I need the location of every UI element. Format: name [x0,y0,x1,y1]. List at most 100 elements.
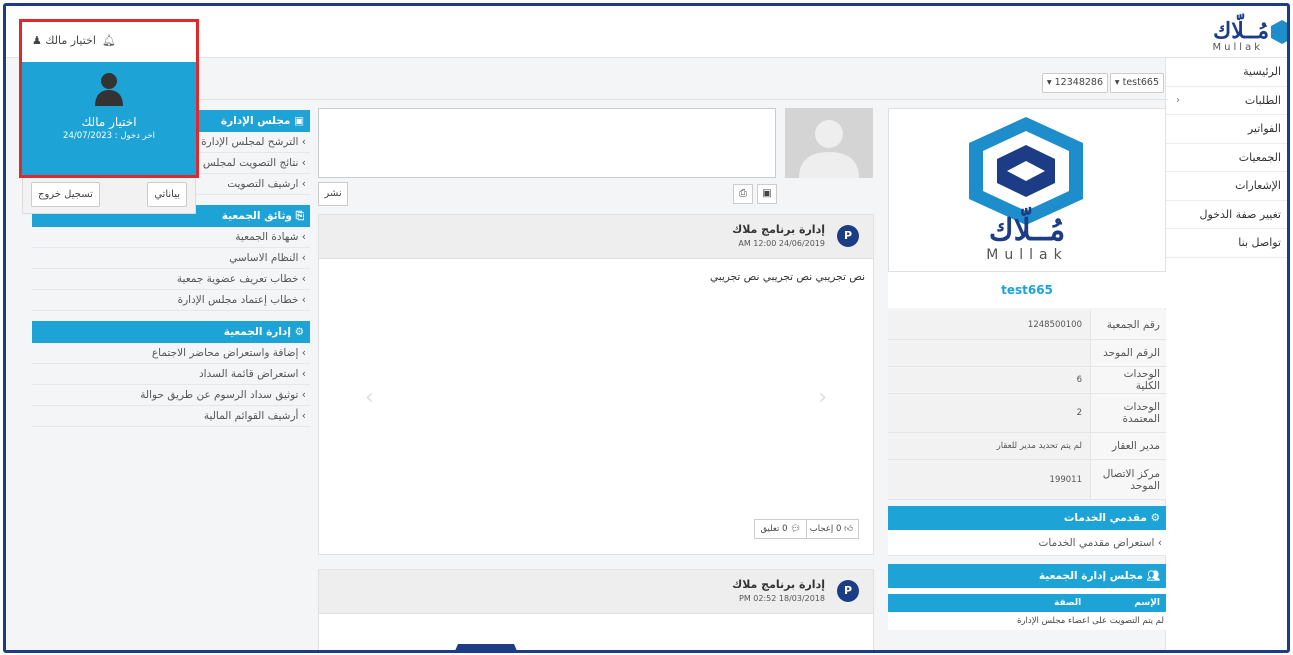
post-composer-input[interactable] [318,108,776,178]
info-row: الرقم الموحد [888,340,1166,367]
sidebar-item-requests[interactable]: الطلبات ‹ [1166,87,1287,115]
list-item[interactable]: › توثيق سداد الرسوم عن طريق حوالة [32,385,310,406]
list-item-label: استعراض قائمة السداد [198,368,299,380]
last-login: اخر دخول : 24/07/2023 [63,131,155,141]
attach-file-icon[interactable]: ⎙ [733,184,753,204]
board-members-section-title: مجلس إدارة الجمعية [1038,570,1143,582]
logo[interactable]: مُــلّاك Mullak [1197,14,1287,54]
chevron-left-icon: ‹ [1176,94,1180,106]
members-empty-text: لم يتم التصويت على اعضاء مجلس الإدارة [888,612,1166,630]
comment-button[interactable]: 💬︎ 0 تعليق [754,519,807,539]
info-label: مدير العقار [1090,433,1166,459]
list-item-label: الترشح لمجلس الإدارة [201,136,299,148]
list-item[interactable]: › إضافة واستعراض محاضر الاجتماع [32,343,310,364]
post-image [451,644,521,650]
unit-select[interactable]: ▾ 12348286 [1041,73,1108,93]
info-value: 1248500100 [1027,319,1082,330]
mgmt-section-title: إدارة الجمعية [223,326,291,338]
user-menu-trigger[interactable]: ♟ اختيار مالك [32,34,96,47]
sidebar-item-label: الطلبات [1244,93,1281,107]
list-item[interactable]: › شهادة الجمعية [32,227,310,248]
info-label: الرقم الموحد [1090,340,1166,366]
sidebar-item-label: تواصل بنا [1238,236,1281,249]
list-item-label: خطاب تعريف عضوية جمعية [176,273,299,285]
sidebar-item-contact[interactable]: تواصل بنا [1166,229,1287,258]
info-label: الوحدات المعتمدة [1090,394,1166,432]
board-section-title: مجلس الإدارة [220,115,291,127]
post-body: نص تجريبي نص تجريبي نص تجريبي [709,271,865,283]
info-row: الوحدات المعتمدة 2 [888,394,1166,433]
association-select[interactable]: ▾ test665 [1109,73,1164,93]
list-item[interactable]: › استعراض قائمة السداد [32,364,310,385]
like-button[interactable]: 👍︎ 0 إعجاب [803,519,859,539]
info-label: مركز الاتصال الموحد [1090,460,1166,499]
my-data-button[interactable]: بياناتي [147,182,187,207]
image-icon[interactable]: ▣ [757,184,777,204]
post-date: AM 12:00 24/06/2019 [738,239,825,248]
providers-link-label: استعراض مقدمي الخدمات [1038,537,1155,549]
info-label: رقم الجمعية [1090,310,1166,339]
sidebar: الرئيسية الطلبات ‹ الفواتير الجمعيات الإش… [1165,58,1287,650]
info-value: 2 [1076,408,1082,418]
sidebar-item-associations[interactable]: الجمعيات [1166,144,1287,172]
association-logo: مُــلّاك Mullak [888,108,1166,272]
sidebar-item-label: الرئيسية [1243,65,1281,78]
user-name: اختيار مالك [45,34,96,47]
comment-count: 0 تعليق [760,524,788,534]
post-author[interactable]: إدارة برنامج ملاك [732,223,825,236]
user-menu-header[interactable]: ♟ اختيار مالك 🔔︎ [22,22,196,62]
author-avatar-icon: P [837,580,859,602]
members-table-header: الإسم الصفة [888,594,1166,612]
user-card-name: اختيار مالك [81,115,137,129]
list-item[interactable]: › أرشيف القوائم المالية [32,406,310,427]
post-date: PM 02:52 18/03/2018 [739,594,825,603]
docs-section-title: وثائق الجمعية [221,210,292,222]
logo-text-en: Mullak [986,247,1068,263]
user-icon: ♟ [32,34,42,47]
post-card: P إدارة برنامج ملاك AM 12:00 24/06/2019 … [318,214,874,555]
board-members-section-header: 👥︎ مجلس إدارة الجمعية [888,564,1166,588]
post-card: P إدارة برنامج ملاك PM 02:52 18/03/2018 [318,569,874,650]
mgmt-section-header: ⚙ إدارة الجمعية [32,321,310,343]
association-profile: مُــلّاك Mullak test665 رقم الجمعية 1248… [888,108,1166,630]
sidebar-item-home[interactable]: الرئيسية [1166,58,1287,87]
list-item[interactable]: › خطاب تعريف عضوية جمعية [32,269,310,290]
logo-text-en: Mullak [1212,42,1263,53]
publish-button[interactable]: نشر [318,182,348,206]
list-item[interactable]: › النظام الاساسي [32,248,310,269]
carousel-next-icon[interactable]: › [818,385,827,410]
user-card-actions: بياناتي تسجيل خروج [22,176,196,214]
association-select-value: test665 [1122,77,1159,88]
association-name: test665 [888,272,1166,308]
logout-button[interactable]: تسجيل خروج [31,182,100,207]
post-header: P إدارة برنامج ملاك PM 02:52 18/03/2018 [319,570,873,614]
sidebar-item-label: تغيير صفة الدخول [1199,207,1281,221]
like-count: 0 إعجاب [809,524,842,534]
id-card-icon: ▣ [294,115,304,127]
carousel-prev-icon[interactable]: ‹ [365,385,374,410]
providers-link[interactable]: › استعراض مقدمي الخدمات [888,530,1166,556]
info-row: مدير العقار لم يتم تحديد مدير للعقار [888,433,1166,460]
info-value: لم يتم تحديد مدير للعقار [996,441,1082,451]
list-item-label: شهادة الجمعية [235,231,299,243]
cogs-icon: ⚙ [1150,512,1160,524]
sidebar-item-label: الإشعارات [1235,179,1281,192]
sidebar-item-change-role[interactable]: تغيير صفة الدخول [1166,201,1287,229]
sidebar-item-invoices[interactable]: الفواتير [1166,115,1287,144]
user-placeholder-icon [799,120,859,178]
info-label: الوحدات الكلية [1090,367,1166,393]
documents-icon: ⎘ [295,210,304,222]
sidebar-item-label: الجمعيات [1238,150,1281,164]
bell-icon[interactable]: 🔔︎ [102,34,116,47]
column-header-role: الصفة [1054,598,1082,608]
list-item-label: خطاب إعتماد مجلس الإدارة [177,294,299,306]
top-bar: مُــلّاك Mullak [6,6,1287,58]
info-row: الوحدات الكلية 6 [888,367,1166,394]
post-header: P إدارة برنامج ملاك AM 12:00 24/06/2019 [319,215,873,259]
list-item-label: أرشيف القوائم المالية [203,410,299,422]
logo-text-ar: مُــلّاك [1213,18,1269,44]
list-item[interactable]: › خطاب إعتماد مجلس الإدارة [32,290,310,311]
post-author[interactable]: إدارة برنامج ملاك [732,578,825,591]
sidebar-item-notifications[interactable]: الإشعارات [1166,172,1287,201]
